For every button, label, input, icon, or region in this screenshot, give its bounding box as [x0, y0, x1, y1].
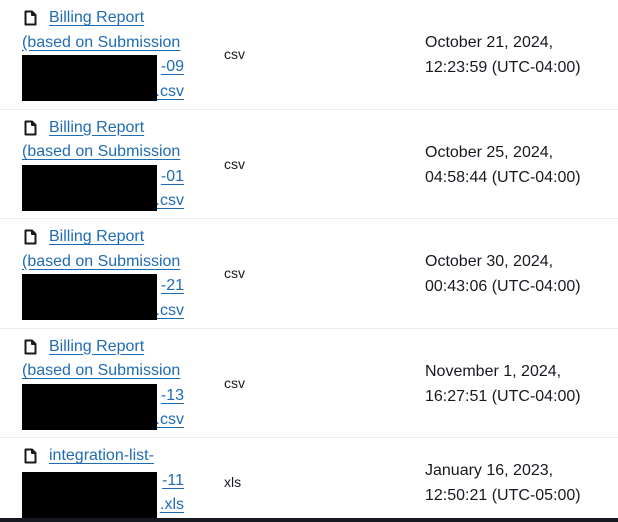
- file-date: January 16, 2023, 12:50:21 (UTC-05:00): [425, 458, 581, 508]
- file-link-line[interactable]: (based on Submission: [22, 140, 192, 165]
- file-date: November 1, 2024, 16:27:51 (UTC-04:00): [425, 359, 581, 409]
- time-line: 16:27:51 (UTC-04:00): [425, 387, 581, 405]
- bottom-edge: [0, 518, 618, 522]
- file-name-cell: Billing Report (based on Submission -21 …: [22, 225, 192, 323]
- file-type: csv: [224, 155, 245, 172]
- file-date: October 21, 2024, 12:23:59 (UTC-04:00): [425, 30, 581, 80]
- date-line: November 1, 2024,: [425, 362, 562, 380]
- table-row: integration-list- -11 .xls xls January 1…: [0, 438, 618, 522]
- file-date: October 25, 2024, 04:58:44 (UTC-04:00): [425, 140, 581, 190]
- file-icon: [24, 448, 37, 464]
- time-line: 00:43:06 (UTC-04:00): [425, 278, 581, 295]
- file-type: xls: [224, 474, 242, 490]
- file-link-line[interactable]: (based on Submission: [22, 31, 192, 56]
- table-row: Billing Report (based on Submission -13 …: [0, 329, 618, 438]
- file-type: csv: [224, 265, 245, 281]
- table-row: Billing Report (based on Submission -21 …: [0, 219, 618, 329]
- file-name-cell: Billing Report (based on Submission -09 …: [22, 6, 192, 104]
- file-link[interactable]: Billing Report: [22, 116, 192, 141]
- date-line: October 25, 2024,: [425, 143, 554, 161]
- redaction-box: [22, 383, 157, 430]
- file-type: csv: [224, 374, 245, 391]
- file-link[interactable]: Billing Report: [22, 225, 192, 250]
- file-date: October 30, 2024, 00:43:06 (UTC-04:00): [425, 249, 581, 299]
- date-line: October 21, 2024,: [425, 34, 554, 51]
- file-link[interactable]: Billing Report: [22, 335, 192, 360]
- table-row: Billing Report (based on Submission -09 …: [0, 0, 618, 110]
- time-line: 12:23:59 (UTC-04:00): [425, 59, 581, 76]
- file-icon: [24, 120, 37, 135]
- time-line: 12:50:21 (UTC-05:00): [425, 487, 581, 504]
- redaction-box: [22, 164, 157, 211]
- file-type: csv: [224, 46, 245, 62]
- date-line: October 30, 2024,: [425, 253, 554, 270]
- file-name-cell: Billing Report (based on Submission -01 …: [22, 116, 192, 214]
- files-table: Billing Report (based on Submission -09 …: [0, 0, 618, 522]
- file-name-cell: Billing Report (based on Submission -13 …: [22, 335, 192, 433]
- table-row: Billing Report (based on Submission -01 …: [0, 110, 618, 219]
- file-link[interactable]: integration-list-: [22, 444, 192, 469]
- redaction-box: [22, 55, 157, 101]
- date-line: January 16, 2023,: [425, 462, 554, 479]
- file-link-line[interactable]: (based on Submission: [22, 250, 192, 275]
- file-link[interactable]: Billing Report: [22, 6, 192, 31]
- file-name-cell: integration-list- -11 .xls: [22, 444, 192, 520]
- file-icon: [24, 10, 37, 26]
- file-link-line[interactable]: (based on Submission: [22, 359, 192, 384]
- file-icon: [24, 339, 37, 354]
- redaction-box: [22, 472, 157, 520]
- file-icon: [24, 229, 37, 245]
- redaction-box: [22, 274, 157, 320]
- time-line: 04:58:44 (UTC-04:00): [425, 168, 581, 186]
